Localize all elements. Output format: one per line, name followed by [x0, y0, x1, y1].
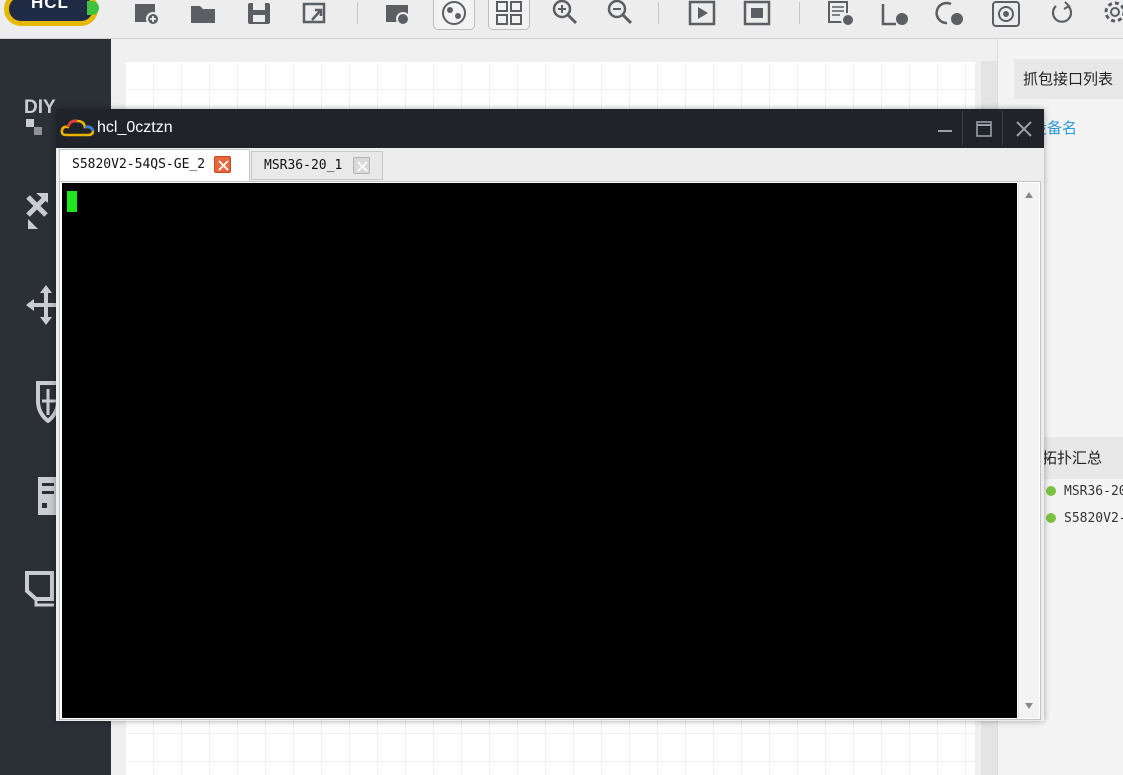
close-button[interactable]	[1004, 109, 1043, 148]
status-dot	[1046, 486, 1056, 496]
terminal-cursor	[67, 191, 77, 212]
add-note-icon[interactable]	[826, 0, 856, 28]
terminal-window: hcl_0cztzn S5820V2-54QS-GE_2 MSR36-20_1	[56, 109, 1044, 721]
terminal-tabs: S5820V2-54QS-GE_2 MSR36-20_1	[59, 149, 1039, 182]
zoom-out-icon[interactable]	[606, 0, 636, 28]
summary-device-item[interactable]: S5820V2-54QS-GE_2	[1046, 511, 1123, 526]
tab-close-icon[interactable]	[214, 156, 231, 173]
topology-summary-header: 拓扑汇总	[1032, 437, 1123, 479]
tab-msr36[interactable]: MSR36-20_1	[251, 151, 383, 180]
tab-close-icon[interactable]	[353, 157, 370, 174]
screenshot-icon[interactable]	[383, 0, 413, 28]
tab-label: S5820V2-54QS-GE_2	[72, 157, 206, 172]
terminal-title-bar[interactable]: hcl_0cztzn	[56, 109, 1044, 148]
settings-icon[interactable]	[1100, 0, 1123, 28]
logo-text: HCL	[31, 0, 69, 12]
minimize-icon	[938, 130, 952, 132]
summary-device-name: S5820V2-54QS-GE_2	[1064, 511, 1123, 526]
maximize-icon	[976, 121, 992, 137]
status-dot	[1046, 513, 1056, 523]
terminal-console[interactable]	[62, 183, 1017, 718]
tab-s5820v2[interactable]: S5820V2-54QS-GE_2	[59, 149, 250, 182]
hcl-logo: HCL	[4, 0, 99, 26]
toolbar-separator	[799, 2, 800, 24]
wireless-icon[interactable]	[433, 0, 475, 30]
add-rectangle-icon[interactable]	[880, 0, 910, 28]
new-topology-icon[interactable]	[132, 0, 162, 28]
terminal-scrollbar[interactable]	[1018, 183, 1039, 718]
add-ellipse-icon[interactable]	[935, 0, 965, 28]
capture-list-header: 抓包接口列表	[1014, 59, 1123, 99]
tab-label: MSR36-20_1	[264, 158, 343, 173]
terminal-window-title: hcl_0cztzn	[97, 119, 173, 136]
svg-text:DIY: DIY	[24, 97, 56, 118]
terminal-frame	[59, 181, 1041, 720]
open-folder-icon[interactable]	[188, 0, 218, 28]
scroll-down-icon[interactable]	[1025, 703, 1033, 709]
undo-icon[interactable]	[1048, 0, 1078, 28]
main-toolbar: HCL	[0, 0, 1123, 39]
start-all-icon[interactable]	[688, 0, 718, 28]
save-icon[interactable]	[244, 0, 274, 28]
close-icon	[1016, 121, 1032, 137]
summary-device-name: MSR36-20_1	[1064, 484, 1123, 499]
zoom-in-icon[interactable]	[551, 0, 581, 28]
scroll-up-icon[interactable]	[1025, 192, 1033, 198]
capture-icon[interactable]	[991, 0, 1021, 28]
export-icon[interactable]	[300, 0, 330, 28]
maximize-button[interactable]	[964, 109, 1003, 148]
grid-layout-icon[interactable]	[488, 0, 530, 30]
toolbar-separator	[658, 2, 659, 24]
stop-all-icon[interactable]	[743, 0, 773, 28]
summary-device-item[interactable]: MSR36-20_1	[1046, 484, 1123, 499]
toolbar-separator	[357, 2, 358, 24]
minimize-button[interactable]	[925, 109, 964, 148]
hcl-cloud-icon	[60, 118, 96, 138]
